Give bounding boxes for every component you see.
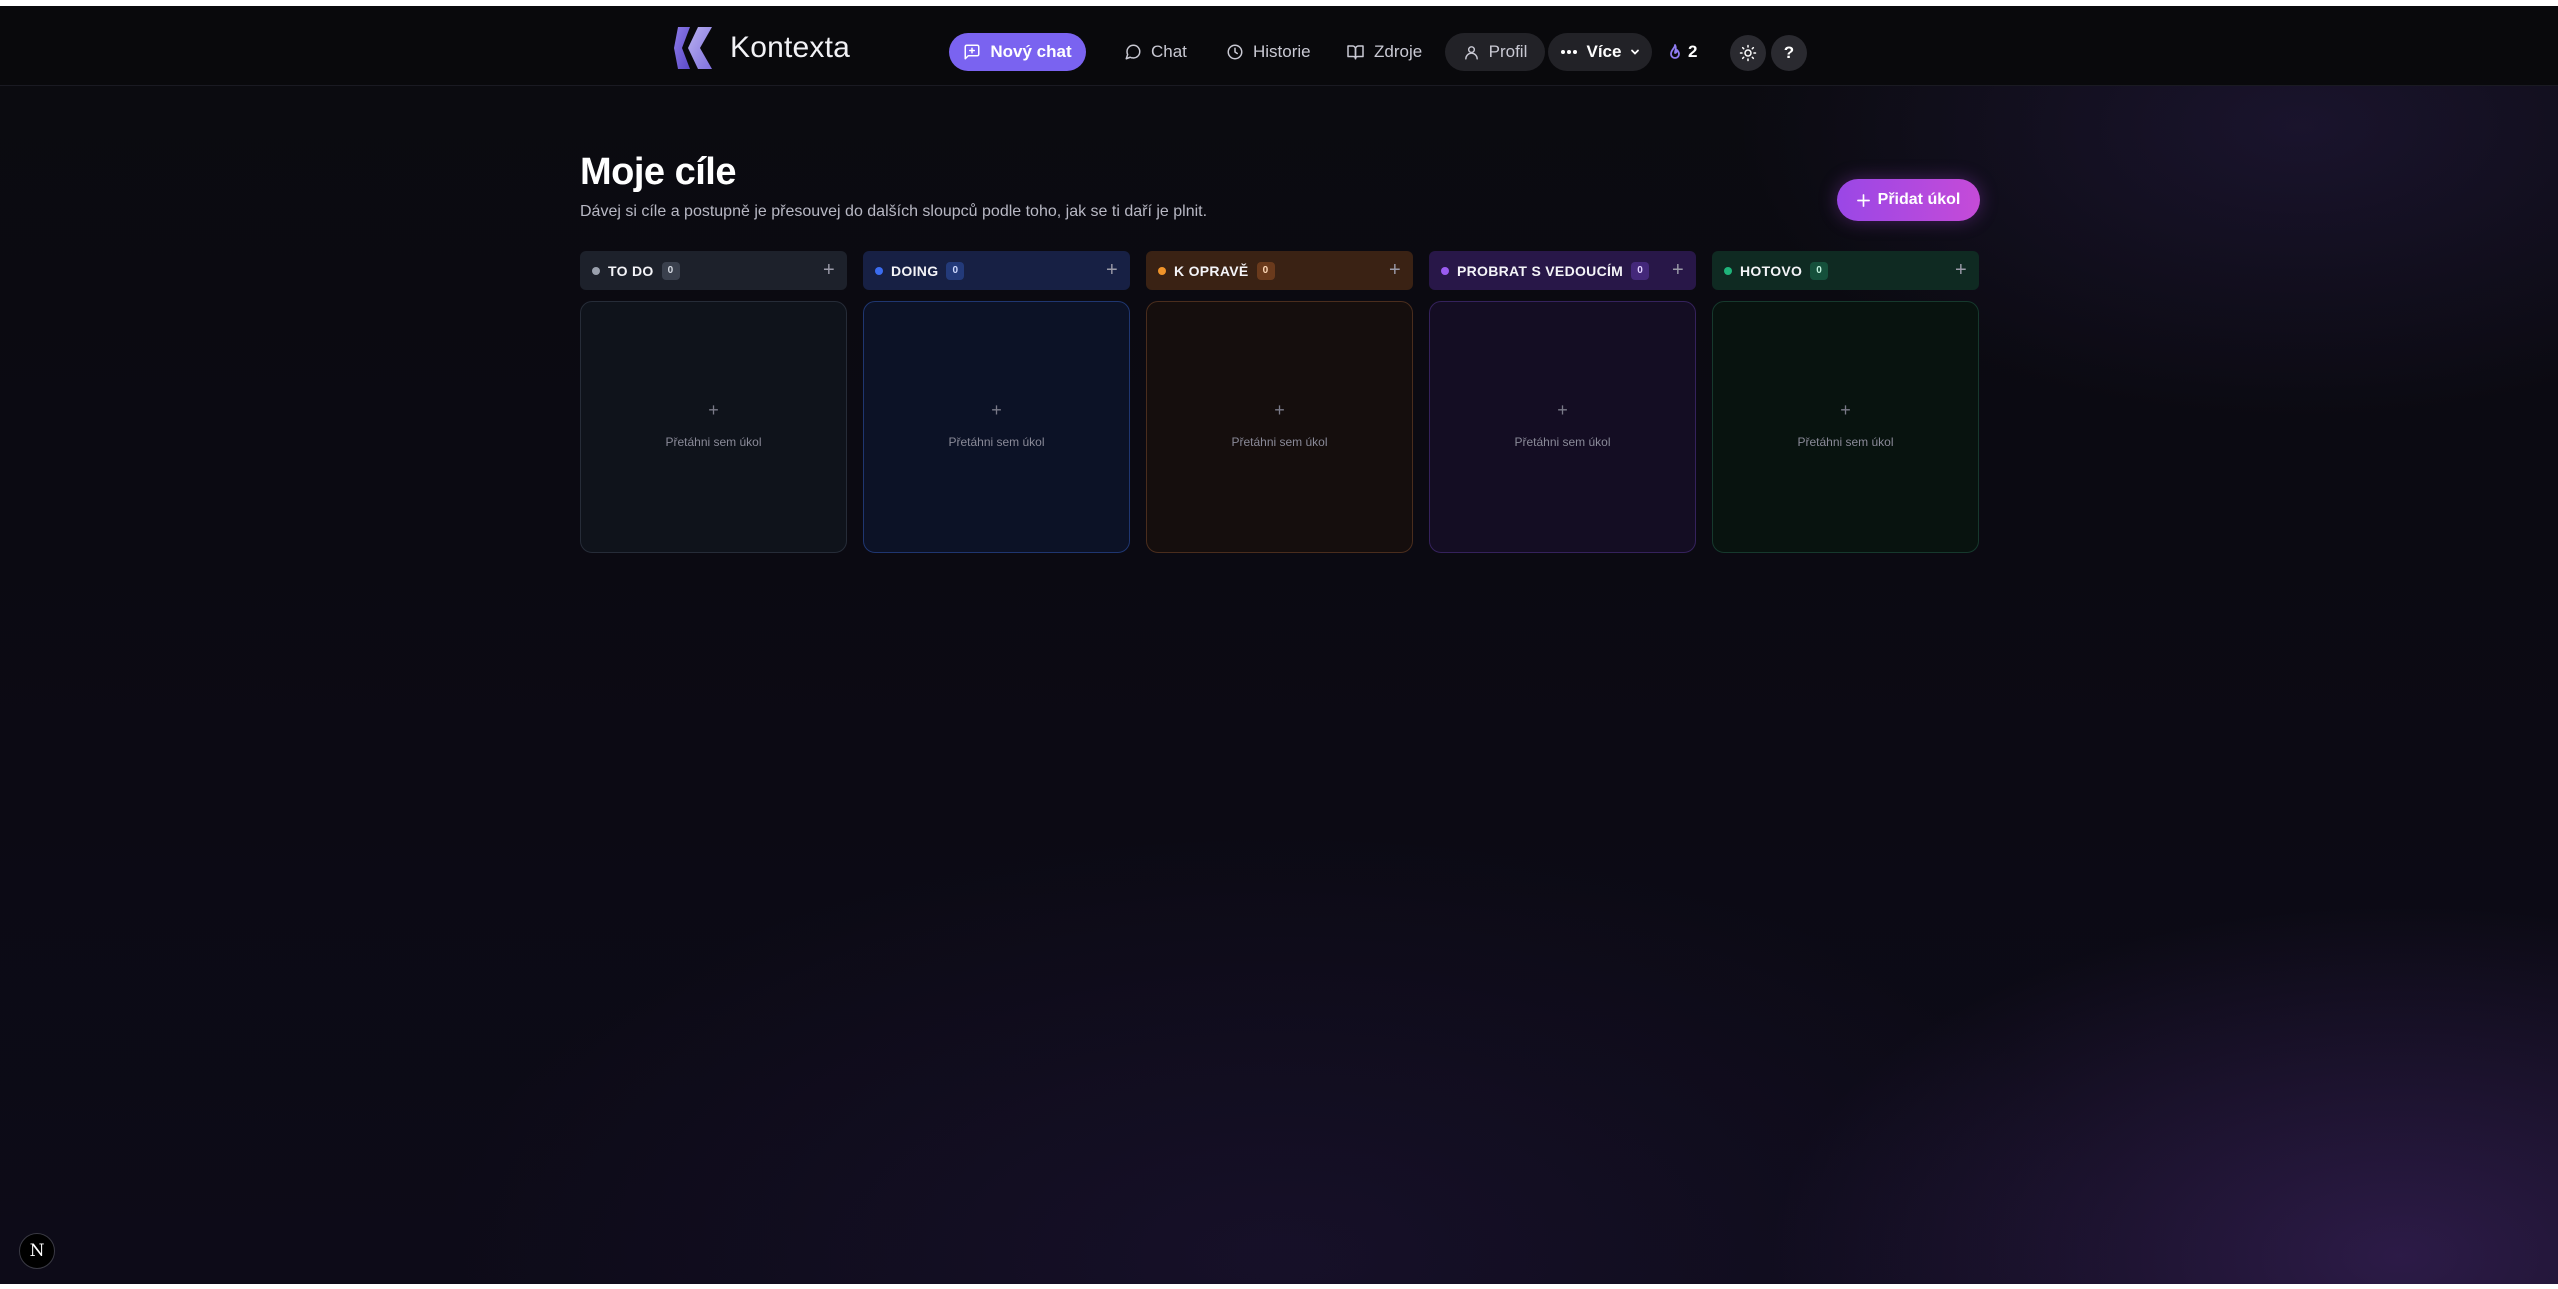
column-title: K OPRAVĚ — [1174, 262, 1249, 279]
status-dot-icon — [1441, 266, 1449, 275]
page-subtitle: Dávej si cíle a postupně je přesouvej do… — [580, 203, 1208, 220]
nav-sources[interactable]: Zdroje — [1332, 33, 1436, 71]
book-open-icon — [1347, 45, 1364, 60]
status-dot-icon — [875, 266, 883, 275]
column-dropzone-probrat-s-vedoucim[interactable]: + Přetáhni sem úkol — [1429, 301, 1696, 553]
dev-tools-badge[interactable]: N — [19, 1233, 55, 1269]
sun-icon — [1739, 44, 1757, 62]
nav-history-label: Historie — [1253, 42, 1311, 61]
help-label: ? — [1783, 43, 1795, 62]
status-dot-icon — [1158, 266, 1166, 275]
column-dropzone-doing[interactable]: + Přetáhni sem úkol — [863, 301, 1130, 553]
dev-tools-badge-label: N — [29, 1241, 45, 1261]
dropzone-hint: Přetáhni sem úkol — [1231, 434, 1328, 449]
column-header-todo: TO DO 0 + — [580, 251, 847, 290]
nav-profile[interactable]: Profil — [1445, 33, 1545, 71]
nav-profile-label: Profil — [1488, 42, 1528, 61]
add-task-label: Přidat úkol — [1877, 191, 1961, 208]
nav-chat[interactable]: Chat — [1110, 33, 1201, 71]
add-to-column-button[interactable]: + — [1955, 259, 1967, 282]
column-header-probrat-s-vedoucim: PROBRAT S VEDOUCÍM 0 + — [1429, 251, 1696, 290]
add-to-column-button[interactable]: + — [1106, 259, 1118, 282]
add-to-column-button[interactable]: + — [1389, 259, 1401, 282]
streak-count: 2 — [1688, 42, 1698, 61]
top-navbar: Kontexta Nový chat Chat Historie Zdroje … — [0, 6, 2558, 86]
add-to-column-button[interactable]: + — [1672, 259, 1684, 282]
nav-chat-label: Chat — [1151, 42, 1187, 61]
brand-logo[interactable]: Kontexta — [672, 23, 850, 73]
help-button[interactable]: ? — [1771, 35, 1807, 71]
chevron-down-icon — [1631, 49, 1640, 55]
plus-icon — [1856, 193, 1870, 207]
column-count-badge: 0 — [1810, 261, 1829, 280]
plus-icon: + — [708, 399, 719, 420]
plus-icon: + — [1840, 399, 1851, 420]
column-dropzone-k-oprave[interactable]: + Přetáhni sem úkol — [1146, 301, 1413, 553]
dropzone-hint: Přetáhni sem úkol — [948, 434, 1045, 449]
plus-icon: + — [991, 399, 1002, 420]
add-to-column-button[interactable]: + — [823, 259, 835, 282]
column-title: HOTOVO — [1740, 262, 1803, 279]
new-chat-button[interactable]: Nový chat — [949, 33, 1086, 71]
column-title: TO DO — [608, 262, 654, 279]
column-count-badge: 0 — [661, 261, 680, 280]
column-header-k-oprave: K OPRAVĚ 0 + — [1146, 251, 1413, 290]
column-header-doing: DOING 0 + — [863, 251, 1130, 290]
column-header-hotovo: HOTOVO 0 + — [1712, 251, 1979, 290]
brand-name: Kontexta — [730, 31, 851, 64]
column-count-badge: 0 — [946, 261, 965, 280]
dropzone-hint: Přetáhni sem úkol — [1514, 434, 1611, 449]
status-dot-icon — [592, 266, 600, 275]
column-title: DOING — [891, 262, 939, 279]
status-dot-icon — [1724, 266, 1732, 275]
more-dots-icon — [1560, 50, 1577, 54]
dropzone-hint: Přetáhni sem úkol — [1797, 434, 1894, 449]
kontexta-logo-icon — [674, 27, 712, 69]
column-dropzone-todo[interactable]: + Přetáhni sem úkol — [580, 301, 847, 553]
nav-more-label: Více — [1586, 42, 1622, 61]
app-root: Kontexta Nový chat Chat Historie Zdroje … — [0, 6, 2558, 1284]
add-task-button[interactable]: Přidat úkol — [1837, 179, 1980, 221]
flame-icon — [1670, 44, 1680, 59]
theme-toggle-button[interactable] — [1730, 35, 1766, 71]
new-chat-icon — [964, 44, 980, 60]
page-title: Moje cíle — [580, 151, 737, 193]
nav-more-dropdown[interactable]: Více — [1548, 33, 1652, 71]
nav-history[interactable]: Historie — [1212, 33, 1325, 71]
plus-icon: + — [1274, 399, 1285, 420]
column-count-badge: 0 — [1631, 261, 1650, 280]
streak-counter[interactable]: 2 — [1668, 33, 1697, 71]
dropzone-hint: Přetáhni sem úkol — [665, 434, 762, 449]
clock-icon — [1227, 44, 1243, 60]
user-icon — [1464, 45, 1478, 60]
chat-bubble-icon — [1125, 44, 1141, 60]
column-count-badge: 0 — [1256, 261, 1275, 280]
column-dropzone-hotovo[interactable]: + Přetáhni sem úkol — [1712, 301, 1979, 553]
new-chat-label: Nový chat — [990, 42, 1072, 61]
plus-icon: + — [1557, 399, 1568, 420]
nav-sources-label: Zdroje — [1374, 42, 1423, 61]
column-title: PROBRAT S VEDOUCÍM — [1457, 262, 1624, 279]
